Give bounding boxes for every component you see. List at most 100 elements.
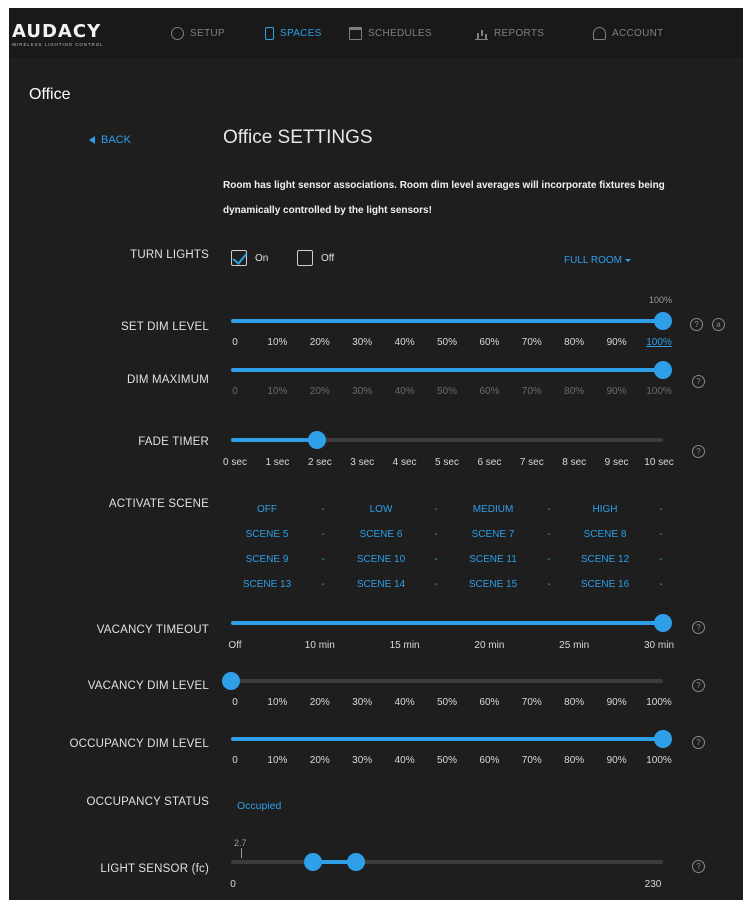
slider-thumb[interactable] — [654, 614, 672, 632]
gear-icon — [171, 26, 184, 40]
scene-button[interactable]: SCENE 12 — [581, 554, 629, 565]
scene-button[interactable]: SCENE 14 — [357, 579, 405, 590]
nav-schedules[interactable]: SCHEDULES — [349, 25, 432, 41]
help-icon[interactable]: ? — [692, 736, 705, 749]
dim-level-value: 100% — [649, 295, 673, 305]
nav-account[interactable]: ACCOUNT — [593, 25, 664, 41]
light-sensor-min: 0 — [230, 879, 236, 890]
slider-tick-label: 80% — [564, 755, 585, 766]
slider-tick-label: 80% — [564, 386, 585, 397]
scene-button[interactable]: SCENE 11 — [469, 554, 517, 565]
scene-separator: - — [659, 529, 663, 540]
slider-tick-label: 25 min — [559, 640, 590, 651]
slider-tick-label: 50% — [436, 386, 458, 397]
back-label: BACK — [101, 134, 131, 146]
slider-tick-label: 30% — [352, 337, 373, 348]
slider-tick-label: 20% — [309, 697, 330, 708]
slider-thumb[interactable] — [654, 312, 672, 330]
vacancy-dim-level-label: VACANCY DIM LEVEL — [87, 680, 209, 692]
light-sensor-label: LIGHT SENSOR (fc) — [100, 863, 209, 875]
slider-tick-label: 7 sec — [519, 457, 544, 468]
scene-separator: - — [321, 554, 325, 565]
back-button[interactable]: BACK — [89, 134, 131, 146]
help-icon[interactable]: ? — [692, 679, 705, 692]
logo-subtitle: WIRELESS LIGHTING CONTROL — [12, 42, 104, 47]
slider-tick-label: 60% — [479, 386, 500, 397]
slider-thumb[interactable] — [654, 730, 672, 748]
slider-thumb[interactable] — [222, 672, 240, 690]
dim-maximum-label: DIM MAXIMUM — [126, 374, 209, 386]
help-icon[interactable]: ? — [692, 375, 705, 388]
nav-spaces[interactable]: SPACES — [265, 25, 322, 41]
scene-button[interactable]: SCENE 8 — [584, 529, 627, 540]
range-low-thumb[interactable] — [304, 853, 323, 871]
light-sensor-reading: 2.7 — [234, 838, 247, 848]
scene-button[interactable]: LOW — [370, 504, 393, 515]
top-nav: AUDACY WIRELESS LIGHTING CONTROL SETUP S… — [9, 8, 743, 58]
help-icon[interactable]: ? — [692, 621, 705, 634]
settings-title: Office SETTINGS — [223, 127, 373, 148]
help-icon[interactable]: ? — [692, 860, 705, 873]
scene-separator: - — [434, 529, 438, 540]
nav-account-label: ACCOUNT — [612, 27, 664, 39]
scene-button[interactable]: MEDIUM — [473, 504, 514, 515]
slider-tick-label: 0 sec — [223, 457, 247, 468]
scene-button[interactable]: SCENE 5 — [246, 529, 289, 540]
app-window: AUDACY WIRELESS LIGHTING CONTROL SETUP S… — [9, 8, 743, 900]
slider-track[interactable] — [231, 860, 663, 864]
slider-fill — [231, 438, 318, 442]
lights-off-checkbox[interactable] — [297, 250, 313, 266]
scene-separator: - — [659, 554, 663, 565]
slider-thumb[interactable] — [654, 361, 672, 379]
scene-separator: - — [321, 504, 325, 515]
scene-button[interactable]: SCENE 10 — [357, 554, 405, 565]
scene-separator: - — [547, 529, 551, 540]
scene-separator: - — [434, 554, 438, 565]
scene-button[interactable]: SCENE 9 — [246, 554, 289, 565]
slider-tick-label: 50% — [436, 337, 458, 348]
slider-tick-label: 20 min — [474, 640, 505, 651]
slider-fill — [231, 368, 663, 372]
slider-tick-label: 40% — [394, 697, 415, 708]
scene-separator: - — [547, 579, 551, 590]
slider-tick-label: 30% — [352, 386, 373, 397]
slider-track[interactable] — [231, 679, 663, 683]
lock-icon[interactable]: a — [712, 318, 725, 331]
scene-button[interactable]: SCENE 7 — [472, 529, 515, 540]
light-sensor-marker — [241, 848, 242, 858]
help-icon[interactable]: ? — [690, 318, 703, 331]
slider-tick-label: Off — [228, 640, 242, 651]
help-icon[interactable]: ? — [692, 445, 705, 458]
phone-icon — [265, 26, 274, 40]
slider-tick-label: 60% — [479, 697, 500, 708]
scene-button[interactable]: OFF — [257, 504, 277, 515]
lights-on-label: On — [255, 253, 269, 264]
lights-on-checkbox[interactable] — [231, 249, 248, 266]
full-room-dropdown[interactable]: FULL ROOM — [564, 255, 631, 266]
occupancy-dim-level-label: OCCUPANCY DIM LEVEL — [69, 738, 209, 750]
lights-off-label: Off — [321, 253, 335, 264]
slider-fill — [231, 621, 663, 625]
slider-tick-label: 70% — [521, 755, 542, 766]
light-sensor-max: 230 — [644, 879, 662, 890]
nav-setup[interactable]: SETUP — [171, 25, 225, 41]
scene-button[interactable]: HIGH — [593, 504, 618, 515]
slider-thumb[interactable] — [308, 431, 327, 449]
slider-tick-label: 40% — [394, 337, 415, 348]
activate-scene-label: ACTIVATE SCENE — [108, 498, 209, 510]
full-room-label: FULL ROOM — [564, 255, 622, 266]
slider-tick-label: 10 min — [304, 640, 335, 651]
scene-button[interactable]: SCENE 16 — [581, 579, 629, 590]
user-icon — [593, 26, 606, 40]
occupancy-status-label: OCCUPANCY STATUS — [86, 796, 209, 808]
slider-tick-label: 2 sec — [307, 457, 332, 468]
scene-button[interactable]: SCENE 6 — [360, 529, 403, 540]
slider-tick-label: 50% — [436, 755, 458, 766]
slider-tick-label: 70% — [521, 337, 542, 348]
range-high-thumb[interactable] — [347, 853, 366, 871]
slider-tick-label: 30 min — [643, 640, 675, 651]
scene-button[interactable]: SCENE 15 — [469, 579, 517, 590]
slider-tick-label: 20% — [309, 386, 330, 397]
nav-reports[interactable]: REPORTS — [475, 25, 544, 41]
scene-button[interactable]: SCENE 13 — [243, 579, 291, 590]
